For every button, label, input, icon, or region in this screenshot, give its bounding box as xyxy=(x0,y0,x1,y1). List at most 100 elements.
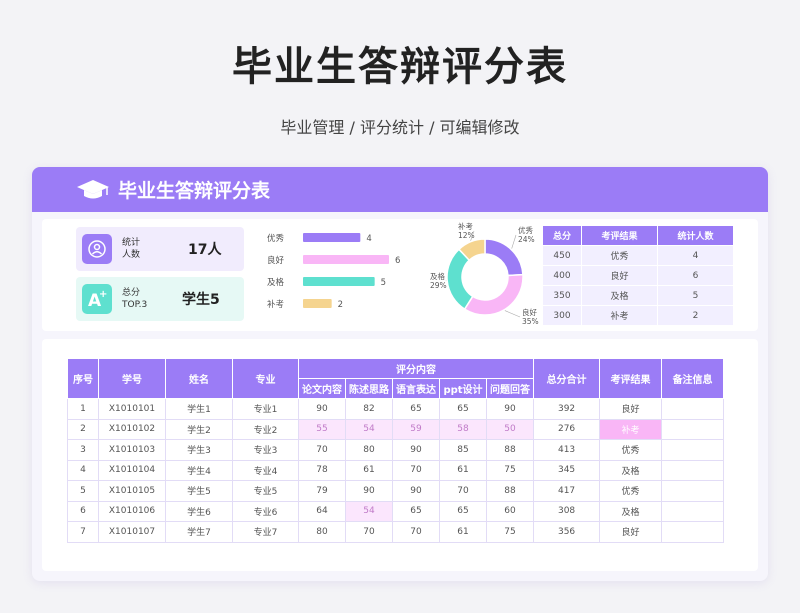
table-cell[interactable]: 学生1 xyxy=(165,398,233,420)
table-cell[interactable]: 90 xyxy=(392,480,440,502)
summary-cell[interactable]: 补考 xyxy=(581,305,658,326)
table-cell[interactable]: 7 xyxy=(67,521,99,543)
table-cell[interactable]: 2 xyxy=(67,418,99,440)
table-cell[interactable]: 70 xyxy=(439,480,487,502)
table-cell[interactable] xyxy=(661,480,725,502)
table-cell[interactable]: 61 xyxy=(439,459,487,481)
summary-header-result: 考评结果 xyxy=(581,225,658,246)
table-cell[interactable]: 学生6 xyxy=(165,500,233,522)
table-cell[interactable]: 64 xyxy=(298,500,346,522)
table-cell[interactable]: 82 xyxy=(345,398,393,420)
table-cell[interactable] xyxy=(661,418,725,440)
table-cell[interactable]: 学生2 xyxy=(165,418,233,440)
table-cell[interactable]: 65 xyxy=(392,398,440,420)
table-cell[interactable]: X1010107 xyxy=(98,521,166,543)
table-cell[interactable]: 65 xyxy=(439,398,487,420)
table-cell[interactable]: 5 xyxy=(67,480,99,502)
table-cell[interactable]: 308 xyxy=(533,500,601,522)
table-cell[interactable]: 58 xyxy=(439,418,487,440)
table-cell[interactable]: 276 xyxy=(533,418,601,440)
summary-cell[interactable]: 良好 xyxy=(581,265,658,286)
table-cell[interactable]: 55 xyxy=(298,418,346,440)
table-cell[interactable]: X1010101 xyxy=(98,398,166,420)
summary-cell[interactable]: 2 xyxy=(657,305,734,326)
table-cell[interactable]: 345 xyxy=(533,459,601,481)
table-cell[interactable]: 50 xyxy=(485,418,535,440)
table-cell[interactable] xyxy=(661,398,725,420)
table-cell[interactable]: 65 xyxy=(392,500,440,522)
table-cell[interactable]: 392 xyxy=(533,398,601,420)
table-cell[interactable]: 60 xyxy=(485,500,535,522)
table-cell[interactable]: 补考 xyxy=(599,418,663,440)
table-cell[interactable]: 专业3 xyxy=(232,439,299,461)
table-cell[interactable]: 90 xyxy=(298,398,346,420)
table-cell[interactable]: 61 xyxy=(439,521,487,543)
table-cell[interactable]: 70 xyxy=(298,439,346,461)
table-cell[interactable]: X1010104 xyxy=(98,459,166,481)
table-cell[interactable] xyxy=(661,521,725,543)
table-cell[interactable]: 85 xyxy=(439,439,487,461)
table-cell[interactable]: 413 xyxy=(533,439,601,461)
table-cell[interactable]: 及格 xyxy=(599,500,663,522)
table-cell[interactable]: 及格 xyxy=(599,459,663,481)
table-cell[interactable]: 90 xyxy=(485,398,535,420)
table-cell[interactable]: 6 xyxy=(67,500,99,522)
table-cell[interactable]: 良好 xyxy=(599,521,663,543)
summary-header-total: 总分 xyxy=(541,225,583,246)
table-cell[interactable]: 65 xyxy=(439,500,487,522)
table-cell[interactable]: 75 xyxy=(485,459,535,481)
table-cell[interactable]: 417 xyxy=(533,480,601,502)
table-cell[interactable]: 75 xyxy=(485,521,535,543)
table-cell[interactable]: 专业4 xyxy=(232,459,299,481)
table-cell[interactable]: 学生7 xyxy=(165,521,233,543)
table-cell[interactable]: 80 xyxy=(345,439,393,461)
table-cell[interactable]: 良好 xyxy=(599,398,663,420)
table-cell[interactable]: 88 xyxy=(485,480,535,502)
table-cell[interactable]: 54 xyxy=(345,418,393,440)
table-cell[interactable]: 专业1 xyxy=(232,398,299,420)
table-cell[interactable]: 78 xyxy=(298,459,346,481)
table-cell[interactable]: 专业2 xyxy=(232,418,299,440)
table-cell[interactable]: 学生3 xyxy=(165,439,233,461)
table-cell[interactable]: 学生4 xyxy=(165,459,233,481)
table-cell[interactable]: 80 xyxy=(298,521,346,543)
summary-cell[interactable]: 6 xyxy=(657,265,734,286)
table-cell[interactable]: 1 xyxy=(67,398,99,420)
table-cell[interactable]: 70 xyxy=(392,521,440,543)
table-cell[interactable]: 88 xyxy=(485,439,535,461)
table-cell[interactable]: 70 xyxy=(392,459,440,481)
table-cell[interactable]: 90 xyxy=(392,439,440,461)
table-cell[interactable]: 356 xyxy=(533,521,601,543)
table-cell[interactable]: 3 xyxy=(67,439,99,461)
table-cell[interactable] xyxy=(661,439,725,461)
table-cell[interactable]: 优秀 xyxy=(599,480,663,502)
summary-cell[interactable]: 优秀 xyxy=(581,245,658,266)
table-cell[interactable]: 专业7 xyxy=(232,521,299,543)
table-cell[interactable]: 优秀 xyxy=(599,439,663,461)
table-cell[interactable]: 90 xyxy=(345,480,393,502)
summary-cell[interactable]: 5 xyxy=(657,285,734,306)
table-cell[interactable]: X1010106 xyxy=(98,500,166,522)
table-cell[interactable]: X1010103 xyxy=(98,439,166,461)
table-cell[interactable]: X1010102 xyxy=(98,418,166,440)
summary-cell[interactable]: 350 xyxy=(541,285,583,306)
score-card: 毕业生答辩评分表 统计 人数 17人 A + 总分 TOP.3 学生5 优秀 4… xyxy=(32,167,768,581)
table-cell[interactable]: 79 xyxy=(298,480,346,502)
table-cell[interactable] xyxy=(661,459,725,481)
summary-cell[interactable]: 4 xyxy=(657,245,734,266)
table-cell[interactable]: 70 xyxy=(345,521,393,543)
table-cell[interactable]: 59 xyxy=(392,418,440,440)
summary-cell[interactable]: 450 xyxy=(541,245,583,266)
table-cell[interactable]: 54 xyxy=(345,500,393,522)
table-cell[interactable]: 61 xyxy=(345,459,393,481)
summary-cell[interactable]: 400 xyxy=(541,265,583,286)
table-cell[interactable]: 4 xyxy=(67,459,99,481)
table-cell[interactable]: 学生5 xyxy=(165,480,233,502)
header-ppt-design: ppt设计 xyxy=(439,378,487,399)
table-cell[interactable]: 专业5 xyxy=(232,480,299,502)
table-cell[interactable]: 专业6 xyxy=(232,500,299,522)
summary-cell[interactable]: 及格 xyxy=(581,285,658,306)
table-cell[interactable]: X1010105 xyxy=(98,480,166,502)
summary-cell[interactable]: 300 xyxy=(541,305,583,326)
table-cell[interactable] xyxy=(661,500,725,522)
